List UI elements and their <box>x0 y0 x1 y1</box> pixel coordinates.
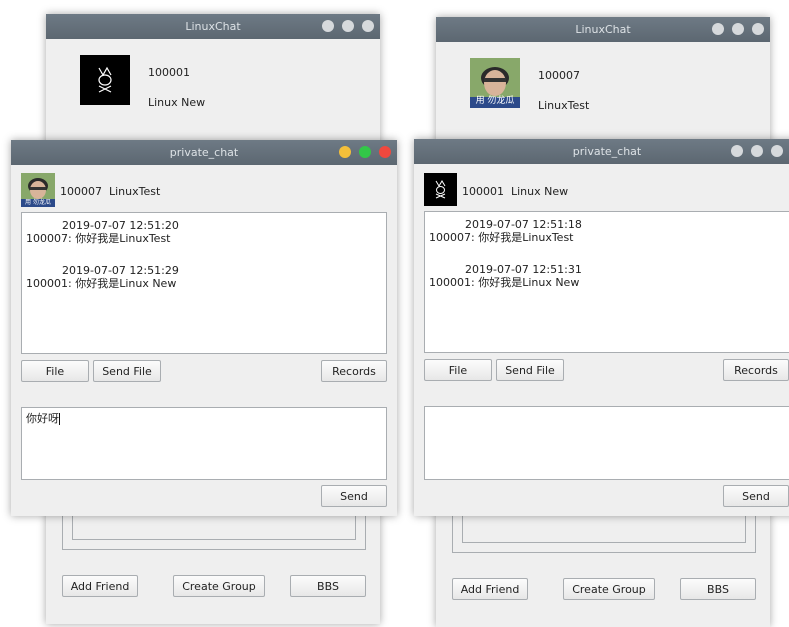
message-history[interactable]: 2019-07-07 12:51:18 100007: 你好我是LinuxTes… <box>424 211 789 353</box>
chat-window-1: private_chat 用 勿龙瓜 100007 LinuxTest 2019… <box>11 140 397 516</box>
minimize-button[interactable] <box>322 20 334 32</box>
message-item: 2019-07-07 12:51:18 100007: 你好我是LinuxTes… <box>429 218 785 245</box>
minimize-button[interactable] <box>731 145 743 157</box>
peer-label: 100007 LinuxTest <box>60 185 161 198</box>
window-title: private_chat <box>169 146 239 159</box>
create-group-button[interactable]: Create Group <box>563 578 655 600</box>
create-group-button[interactable]: Create Group <box>173 575 265 597</box>
avatar-caption: 用 勿龙瓜 <box>25 199 51 206</box>
message-text: 100001: 你好我是Linux New <box>429 276 580 289</box>
message-timestamp: 2019-07-07 12:51:31 <box>465 263 582 276</box>
send-button[interactable]: Send <box>723 485 789 507</box>
list-panel-inner <box>462 514 746 543</box>
maximize-button[interactable] <box>751 145 763 157</box>
message-history[interactable]: 2019-07-07 12:51:20 100007: 你好我是LinuxTes… <box>21 212 387 354</box>
message-text: 100007: 你好我是LinuxTest <box>429 231 574 244</box>
avatar <box>80 55 130 105</box>
send-file-button[interactable]: Send File <box>93 360 161 382</box>
maximize-button[interactable] <box>342 20 354 32</box>
minimize-button[interactable] <box>712 23 724 35</box>
message-text: 100001: 你好我是Linux New <box>26 277 177 290</box>
cat-sketch-icon <box>98 66 112 93</box>
add-friend-button[interactable]: Add Friend <box>452 578 528 600</box>
records-button[interactable]: Records <box>723 359 789 381</box>
message-timestamp: 2019-07-07 12:51:18 <box>465 218 582 231</box>
user-id: 100007 <box>538 69 580 82</box>
text-caret <box>59 413 60 425</box>
window-title: LinuxChat <box>575 23 631 36</box>
chat-window-2: private_chat 100001 Linux New 2019-07-07… <box>414 139 789 516</box>
maximize-button[interactable] <box>359 146 371 158</box>
avatar: 用 勿龙瓜 <box>470 58 520 108</box>
message-text: 100007: 你好我是LinuxTest <box>26 232 171 245</box>
message-input[interactable] <box>424 406 789 480</box>
message-input[interactable]: 你好呀 <box>21 407 387 480</box>
send-button[interactable]: Send <box>321 485 387 507</box>
main-window-2-titlebar[interactable]: LinuxChat <box>436 17 770 42</box>
bbs-button[interactable]: BBS <box>680 578 756 600</box>
message-item: 2019-07-07 12:51:20 100007: 你好我是LinuxTes… <box>26 219 382 246</box>
close-button[interactable] <box>752 23 764 35</box>
window-title: LinuxChat <box>185 20 241 33</box>
maximize-button[interactable] <box>732 23 744 35</box>
close-button[interactable] <box>771 145 783 157</box>
file-button[interactable]: File <box>424 359 492 381</box>
message-input-text: 你好呀 <box>26 412 59 425</box>
file-button[interactable]: File <box>21 360 89 382</box>
minimize-button[interactable] <box>339 146 351 158</box>
close-button[interactable] <box>379 146 391 158</box>
window-title: private_chat <box>572 145 642 158</box>
message-timestamp: 2019-07-07 12:51:29 <box>62 264 179 277</box>
main-window-1-titlebar[interactable]: LinuxChat <box>46 14 380 39</box>
records-button[interactable]: Records <box>321 360 387 382</box>
user-name: LinuxTest <box>538 99 590 112</box>
chat-window-2-titlebar[interactable]: private_chat <box>414 139 789 164</box>
user-id: 100001 <box>148 66 190 79</box>
peer-avatar <box>424 173 457 206</box>
chat-window-1-titlebar[interactable]: private_chat <box>11 140 397 165</box>
peer-label: 100001 Linux New <box>462 185 569 198</box>
avatar-caption: 用 勿龙瓜 <box>475 96 515 106</box>
user-name: Linux New <box>148 96 206 109</box>
add-friend-button[interactable]: Add Friend <box>62 575 138 597</box>
close-button[interactable] <box>362 20 374 32</box>
cat-sketch-icon <box>435 180 446 199</box>
bbs-button[interactable]: BBS <box>290 575 366 597</box>
peer-avatar: 用 勿龙瓜 <box>21 173 55 207</box>
message-item: 2019-07-07 12:51:29 100001: 你好我是Linux Ne… <box>26 264 382 291</box>
send-file-button[interactable]: Send File <box>496 359 564 381</box>
message-timestamp: 2019-07-07 12:51:20 <box>62 219 179 232</box>
message-item: 2019-07-07 12:51:31 100001: 你好我是Linux Ne… <box>429 263 785 290</box>
